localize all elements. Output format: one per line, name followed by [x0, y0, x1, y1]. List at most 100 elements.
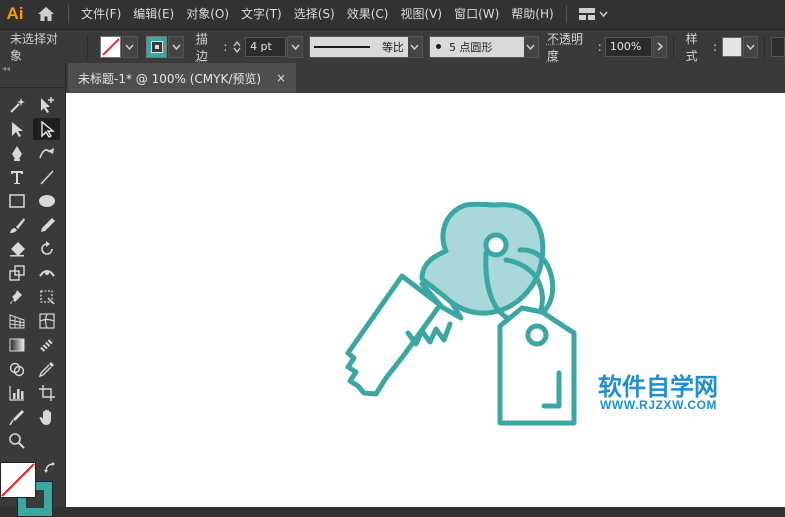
curvature-tool[interactable]: [33, 142, 60, 164]
menu-edit[interactable]: 编辑(E): [127, 0, 180, 28]
ellipse-icon: [38, 195, 55, 207]
blend-icon: [39, 338, 54, 352]
menu-object[interactable]: 对象(O): [180, 0, 235, 28]
slice-tool[interactable]: [3, 406, 30, 428]
direct-selection-arrow-icon: [40, 120, 55, 138]
stroke-weight-stepper[interactable]: [231, 36, 243, 58]
shaper-pencil-icon: [40, 218, 55, 232]
ellipse-tool[interactable]: [33, 190, 60, 212]
rotate-tool[interactable]: [33, 238, 60, 260]
document-tab-bar: 未标题-1* @ 100% (CMYK/预览) ×: [66, 63, 785, 93]
rotate-icon: [40, 241, 53, 255]
workspace-switcher-button[interactable]: [573, 8, 614, 20]
artboard-tool[interactable]: [33, 382, 60, 404]
add-anchor-icon: [40, 97, 54, 113]
control-separator: [672, 35, 674, 58]
zoom-magnifier-icon: [8, 433, 25, 449]
menu-effect[interactable]: 效果(C): [341, 0, 395, 28]
stroke-weight-dropdown[interactable]: [287, 35, 303, 58]
free-transform-icon: [39, 290, 55, 305]
home-icon[interactable]: [30, 0, 62, 28]
brush-dot-icon: [435, 44, 441, 49]
chevron-down-icon: [599, 11, 608, 17]
chevron-down-icon: [125, 44, 134, 50]
panel-collapse-icon[interactable]: ◂◂: [0, 63, 65, 73]
free-transform-tool[interactable]: [33, 286, 60, 308]
menu-help[interactable]: 帮助(H): [505, 0, 559, 28]
stroke-profile-line-icon: [313, 45, 370, 48]
gradient-tool[interactable]: [3, 334, 30, 356]
paintbrush-tool[interactable]: [3, 214, 30, 236]
opacity-input[interactable]: 100%: [604, 36, 652, 57]
perspective-grid-tool[interactable]: [3, 310, 30, 332]
zoom-tool[interactable]: [3, 430, 30, 452]
chevron-down-icon: [171, 44, 181, 50]
line-segment-icon: [39, 170, 54, 185]
eyedropper-tool[interactable]: [33, 358, 60, 380]
shaper-tool[interactable]: [33, 214, 60, 236]
menu-type[interactable]: 文字(T): [235, 0, 288, 28]
opacity-arrow-button[interactable]: [652, 35, 667, 58]
magic-wand-tool[interactable]: [3, 94, 30, 116]
control-bar: 未选择对象 描边 : 4 pt 等比 5 点圆形 不透明度: 100% 样式 …: [0, 29, 785, 64]
brush-select[interactable]: 5 点圆形: [428, 35, 539, 58]
document-setup-button[interactable]: [771, 36, 785, 57]
swap-fill-stroke-icon[interactable]: [44, 462, 56, 474]
rectangle-tool[interactable]: [3, 190, 30, 212]
width-icon: [38, 270, 55, 277]
menu-select[interactable]: 选择(S): [288, 0, 341, 28]
stroke-weight-input[interactable]: 4 pt: [245, 36, 287, 57]
shape-builder-tool[interactable]: [3, 358, 30, 380]
key-illustration: [345, 201, 577, 426]
menu-window[interactable]: 窗口(W): [448, 0, 505, 28]
slice-knife-icon: [8, 410, 24, 426]
blend-tool[interactable]: [33, 334, 60, 356]
puppet-warp-tool[interactable]: [3, 286, 30, 308]
menu-separator: [565, 5, 567, 23]
column-graph-tool[interactable]: [3, 382, 30, 404]
fill-color-box[interactable]: [0, 462, 36, 498]
shape-builder-icon: [9, 362, 24, 377]
stroke-swatch[interactable]: [145, 35, 168, 58]
eraser-icon: [9, 242, 25, 257]
stroke-dropdown-button[interactable]: [168, 35, 184, 58]
mesh-tool[interactable]: [33, 310, 60, 332]
fill-swatch[interactable]: [99, 35, 122, 58]
close-icon[interactable]: ×: [276, 71, 286, 85]
curvature-pen-icon: [38, 148, 54, 159]
type-t-icon: [10, 171, 23, 184]
paintbrush-icon: [9, 218, 25, 233]
opacity-label[interactable]: 不透明度: [547, 30, 594, 64]
width-tool[interactable]: [33, 262, 60, 284]
stroke-label[interactable]: 描边: [196, 30, 219, 64]
column-graph-icon: [8, 386, 24, 401]
document-tab-title: 未标题-1* @ 100% (CMYK/预览): [78, 71, 262, 86]
stroke-profile-select[interactable]: 等比: [308, 35, 423, 58]
graphic-style-swatch[interactable]: [722, 36, 742, 57]
direct-selection-tool[interactable]: [33, 118, 60, 140]
menu-separator: [68, 5, 69, 23]
add-anchor-tool[interactable]: [33, 94, 60, 116]
document-tab[interactable]: 未标题-1* @ 100% (CMYK/预览) ×: [68, 63, 296, 93]
menu-file[interactable]: 文件(F): [75, 0, 127, 28]
gradient-icon: [9, 338, 24, 352]
control-separator: [764, 35, 766, 58]
scale-tool[interactable]: [3, 262, 30, 284]
menu-bar: Ai 文件(F) 编辑(E) 对象(O) 文字(T) 选择(S) 效果(C) 视…: [0, 0, 785, 28]
graphic-style-dropdown[interactable]: [742, 35, 759, 58]
pin-icon: [9, 290, 22, 304]
perspective-grid-icon: [9, 314, 24, 329]
pen-tool[interactable]: [3, 142, 30, 164]
hand-tool[interactable]: [33, 406, 60, 428]
type-tool[interactable]: [3, 166, 30, 188]
hand-icon: [39, 409, 51, 425]
eraser-tool[interactable]: [3, 238, 30, 260]
line-segment-tool[interactable]: [33, 166, 60, 188]
stroke-profile-label: 等比: [381, 40, 404, 54]
fill-dropdown-button[interactable]: [122, 35, 138, 58]
selection-tool[interactable]: [3, 118, 30, 140]
fill-stroke-widget[interactable]: [0, 462, 66, 517]
artboard-canvas[interactable]: 软件自学网 WWW.RJZXW.COM: [66, 93, 785, 507]
menu-view[interactable]: 视图(V): [394, 0, 448, 28]
panel-divider: [0, 87, 65, 88]
